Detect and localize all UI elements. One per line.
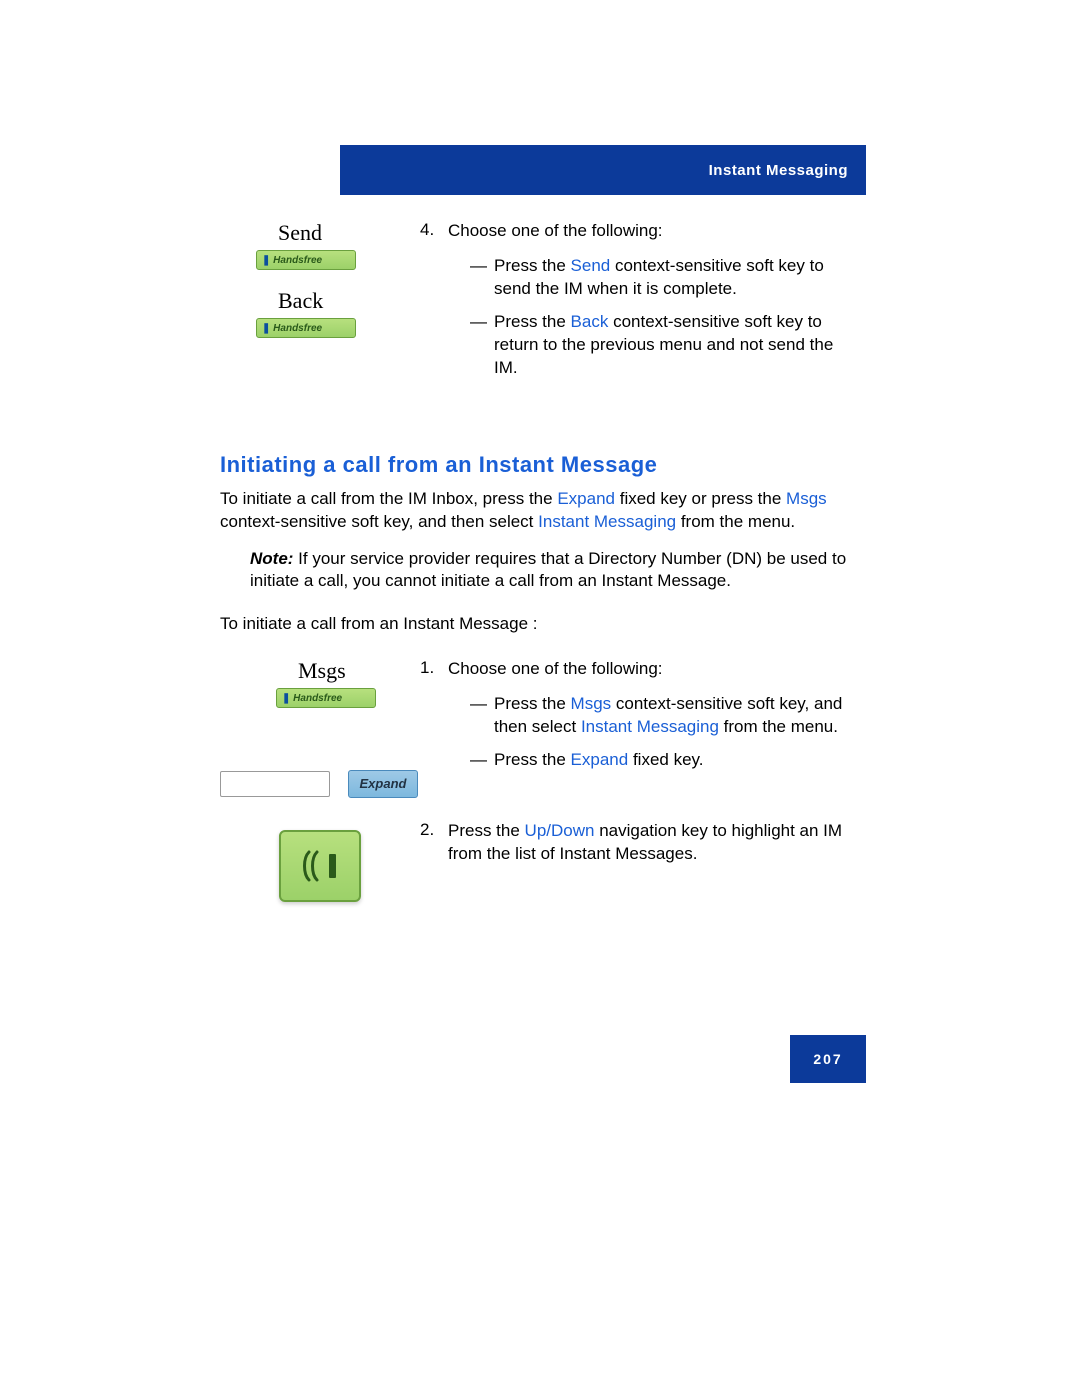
handsfree-icon: Handsfree	[276, 688, 376, 708]
link-expand: Expand	[571, 750, 629, 769]
note-text: If your service provider requires that a…	[250, 549, 846, 591]
link-instant-messaging: Instant Messaging	[538, 512, 676, 531]
section-heading: Initiating a call from an Instant Messag…	[220, 452, 860, 478]
step-4-text: 4. Choose one of the following: — Press …	[420, 220, 860, 408]
link-expand: Expand	[557, 489, 615, 508]
msgs-softkey-label: Msgs	[298, 658, 420, 684]
dash-icon: —	[470, 255, 494, 301]
step-1a: — Press the Msgs context-sensitive soft …	[470, 693, 860, 739]
note-label: Note:	[250, 549, 293, 568]
chapter-title: Instant Messaging	[709, 162, 848, 179]
step-number: 1.	[420, 658, 448, 782]
step-4-keys: Send Handsfree Back Handsfree	[220, 220, 420, 338]
link-msgs: Msgs	[786, 489, 827, 508]
up-down-nav-icon	[279, 830, 361, 902]
lead-2: To initiate a call from an Instant Messa…	[220, 613, 860, 636]
intro-paragraph: To initiate a call from the IM Inbox, pr…	[220, 488, 860, 534]
step-2-keys	[220, 820, 420, 902]
step-2-row: 2. Press the Up/Down navigation key to h…	[220, 820, 860, 902]
link-msgs: Msgs	[571, 694, 612, 713]
blank-key-icon	[220, 771, 330, 797]
step-4a: — Press the Send context-sensitive soft …	[470, 255, 860, 301]
step-1-row: Msgs Handsfree Expand 1. Choose one of t…	[220, 658, 860, 800]
link-instant-messaging: Instant Messaging	[581, 717, 719, 736]
chapter-header: Instant Messaging	[340, 145, 866, 195]
link-up-down: Up/Down	[525, 821, 595, 840]
link-send: Send	[571, 256, 611, 275]
step-1-lead: Choose one of the following:	[448, 659, 663, 678]
expand-key-icon: Expand	[348, 770, 418, 798]
step-number: 4.	[420, 220, 448, 390]
dash-icon: —	[470, 311, 494, 380]
link-back: Back	[571, 312, 609, 331]
step-1-keys: Msgs Handsfree Expand	[220, 658, 420, 798]
dash-icon: —	[470, 749, 494, 772]
back-softkey-label: Back	[278, 288, 420, 314]
page-number: 207	[790, 1035, 866, 1083]
page-number-value: 207	[813, 1051, 842, 1067]
handsfree-icon: Handsfree	[256, 250, 356, 270]
step-1b: — Press the Expand fixed key.	[470, 749, 860, 772]
page-content: Send Handsfree Back Handsfree 4. Choose …	[220, 220, 860, 912]
expand-key-row: Expand	[220, 770, 420, 798]
step-4-lead: Choose one of the following:	[448, 221, 663, 240]
step-1-text: 1. Choose one of the following: — Press …	[420, 658, 860, 800]
step-number: 2.	[420, 820, 448, 866]
step-2-text: 2. Press the Up/Down navigation key to h…	[420, 820, 860, 884]
step-4b: — Press the Back context-sensitive soft …	[470, 311, 860, 380]
dash-icon: —	[470, 693, 494, 739]
step-4-row: Send Handsfree Back Handsfree 4. Choose …	[220, 220, 860, 408]
handsfree-icon: Handsfree	[256, 318, 356, 338]
send-softkey-label: Send	[278, 220, 420, 246]
note-block: Note: If your service provider requires …	[250, 548, 860, 594]
